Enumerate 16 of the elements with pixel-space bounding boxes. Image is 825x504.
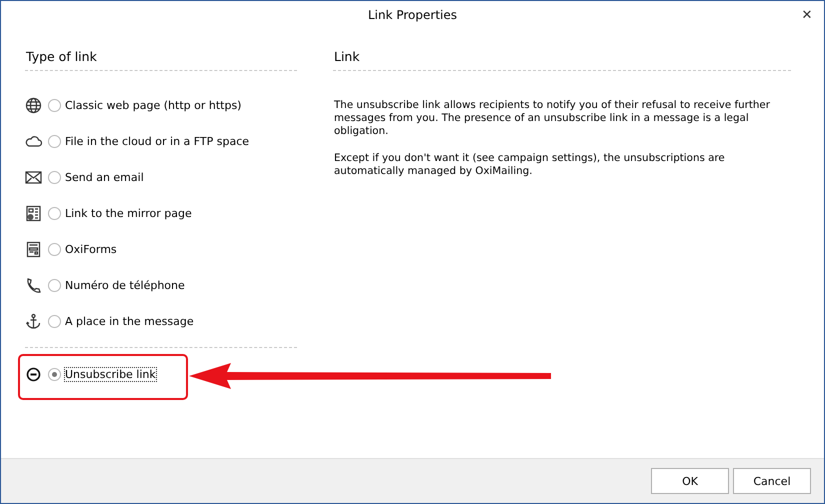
section-heading: Link <box>333 49 791 71</box>
option-label[interactable]: Send an email <box>65 170 144 184</box>
cancel-button[interactable]: Cancel <box>733 468 811 494</box>
section-heading: Type of link <box>25 49 297 71</box>
option-label[interactable]: Classic web page (http or https) <box>65 98 242 112</box>
option-label[interactable]: File in the cloud or in a FTP space <box>65 134 250 148</box>
option-label[interactable]: OxiForms <box>65 242 117 256</box>
close-button[interactable]: ✕ <box>790 1 824 29</box>
option-label[interactable]: Numéro de téléphone <box>65 278 185 292</box>
description-text: The unsubscribe link allows recipients to notify you of their refusal to receive further messages from you. The presence of an unsubscribe link in a message is a legal obligation. <box>334 99 771 138</box>
description-text: Except if you don't want it (see campaign settings), the unsubscriptions are automatically managed by OxiMailing. <box>334 152 726 178</box>
option-label[interactable]: Link to the mirror page <box>65 206 192 220</box>
ok-button[interactable]: OK <box>651 468 729 494</box>
option-label[interactable]: A place in the message <box>65 314 194 328</box>
option-label[interactable]: Unsubscribe link <box>65 368 156 380</box>
window-title: Link Properties <box>368 8 458 22</box>
